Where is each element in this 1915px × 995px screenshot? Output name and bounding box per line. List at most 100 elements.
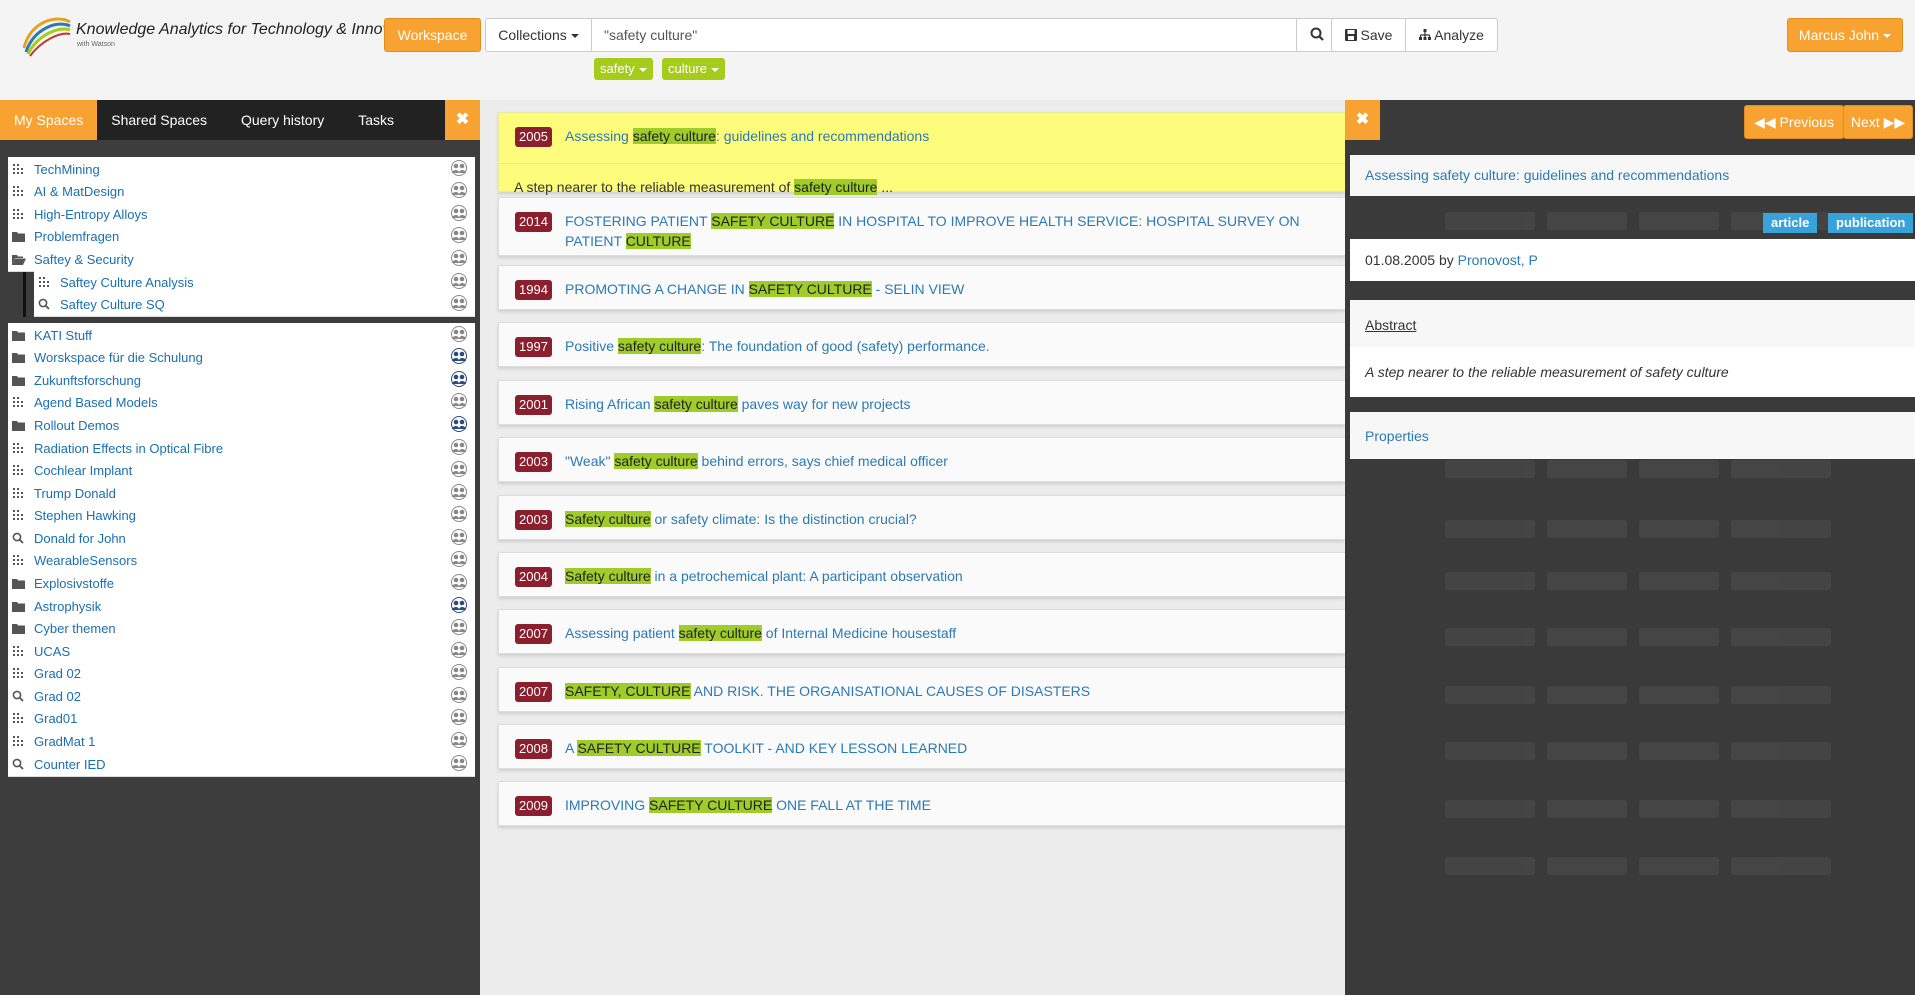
workspace-button[interactable]: Workspace (384, 18, 481, 52)
result-title[interactable]: "Weak" safety culture behind errors, say… (565, 451, 1345, 471)
shared-users-icon[interactable] (450, 686, 470, 706)
tab-tasks[interactable]: Tasks (338, 100, 408, 140)
space-item[interactable]: Worskspace für die Schulung (8, 345, 475, 370)
shared-users-icon[interactable] (450, 754, 470, 774)
background-metric-pill (1639, 628, 1719, 646)
detail-title[interactable]: Assessing safety culture: guidelines and… (1365, 167, 1729, 183)
result-title[interactable]: Safety culture in a petrochemical plant:… (565, 566, 1345, 586)
space-item[interactable]: WearableSensors (8, 548, 475, 573)
shared-users-icon[interactable] (450, 663, 470, 683)
result-card[interactable]: 1994 PROMOTING A CHANGE IN SAFETY CULTURE… (498, 265, 1345, 310)
shared-users-icon[interactable] (450, 226, 470, 246)
shared-users-icon[interactable] (450, 708, 470, 728)
shared-users-icon[interactable] (450, 438, 470, 458)
result-title[interactable]: Safety culture or safety climate: Is the… (565, 509, 1345, 529)
shared-users-icon[interactable] (450, 641, 470, 661)
space-item-label: Radiation Effects in Optical Fibre (34, 440, 224, 456)
shared-users-icon[interactable] (450, 573, 470, 593)
space-item[interactable]: Cochlear Implant (8, 458, 475, 483)
result-card[interactable]: 2001 Rising African safety culture paves … (498, 380, 1345, 425)
background-metric-pill (1731, 460, 1831, 478)
tab-shared-spaces[interactable]: Shared Spaces (97, 100, 221, 140)
shared-users-icon[interactable] (450, 370, 470, 390)
result-card[interactable]: 2005 Assessing safety culture: guidelines… (498, 112, 1345, 195)
author-link[interactable]: Pronovost, P (1458, 252, 1538, 268)
result-title[interactable]: A SAFETY CULTURE TOOLKIT - AND KEY LESSO… (565, 738, 1345, 758)
shared-users-icon[interactable] (450, 347, 470, 367)
previous-button[interactable]: ◀◀ Previous (1744, 105, 1844, 139)
result-title[interactable]: Positive safety culture: The foundation … (565, 336, 1345, 356)
space-item[interactable]: Problemfragen (8, 224, 475, 249)
result-card[interactable]: 1997 Positive safety culture: The foundat… (498, 322, 1345, 367)
result-card[interactable]: 2007 SAFETY, CULTURE AND RISK. THE ORGANI… (498, 667, 1345, 712)
result-card[interactable]: 2007 Assessing patient safety culture of … (498, 609, 1345, 654)
shared-users-icon[interactable] (450, 272, 470, 292)
result-title[interactable]: FOSTERING PATIENT SAFETY CULTURE IN HOSP… (565, 211, 1345, 251)
next-button[interactable]: Next ▶▶ (1843, 105, 1913, 139)
result-card[interactable]: 2004 Safety culture in a petrochemical pl… (498, 552, 1345, 597)
space-item-label: Astrophysik (34, 598, 102, 614)
space-item[interactable]: Explosivstoffe (8, 571, 475, 596)
result-title[interactable]: Assessing safety culture: guidelines and… (565, 126, 1345, 146)
shared-users-icon[interactable] (450, 505, 470, 525)
space-item-label: Saftey Culture SQ (60, 296, 165, 312)
space-item[interactable]: Stephen Hawking (8, 503, 475, 528)
shared-users-icon[interactable] (450, 294, 470, 314)
abstract-header[interactable]: Abstract (1350, 300, 1915, 347)
shared-users-icon[interactable] (450, 159, 470, 179)
tab-query-history[interactable]: Query history (221, 100, 338, 140)
space-item[interactable]: Counter IED (8, 752, 475, 777)
result-card[interactable]: 2014 FOSTERING PATIENT SAFETY CULTURE IN … (498, 197, 1345, 256)
space-item[interactable]: AI & MatDesign (8, 179, 475, 204)
folder-icon (12, 578, 34, 589)
properties-header[interactable]: Properties (1350, 412, 1915, 459)
query-chip-culture[interactable]: culture (662, 58, 726, 80)
close-panel-button[interactable]: ✖ (445, 100, 480, 140)
year-badge: 2005 (515, 127, 552, 147)
shared-users-icon[interactable] (450, 618, 470, 638)
result-card[interactable]: 2008 A SAFETY CULTURE TOOLKIT - AND KEY L… (498, 724, 1345, 769)
shared-users-icon[interactable] (450, 249, 470, 269)
shared-users-icon[interactable] (450, 550, 470, 570)
result-title[interactable]: IMPROVING SAFETY CULTURE ONE FALL AT THE… (565, 795, 1345, 815)
shared-users-icon[interactable] (450, 596, 470, 616)
tab-my-spaces[interactable]: My Spaces (0, 100, 98, 140)
search-input[interactable] (591, 18, 1297, 52)
result-card[interactable]: 2003 Safety culture or safety climate: Is… (498, 495, 1345, 540)
space-item[interactable]: Saftey Culture SQ (34, 292, 475, 317)
space-item[interactable]: Saftey & Security (8, 247, 475, 272)
shared-users-icon[interactable] (450, 731, 470, 751)
shared-users-icon[interactable] (450, 460, 470, 480)
title-text: "Weak" (565, 453, 615, 469)
result-title[interactable]: SAFETY, CULTURE AND RISK. THE ORGANISATI… (565, 681, 1345, 701)
close-detail-button[interactable]: ✖ (1345, 100, 1380, 140)
space-item[interactable]: Rollout Demos (8, 413, 475, 438)
collections-dropdown[interactable]: Collections (485, 18, 591, 52)
space-item[interactable]: Grad 02 (8, 661, 475, 686)
result-title[interactable]: Assessing patient safety culture of Inte… (565, 623, 1345, 643)
shared-users-icon[interactable] (450, 325, 470, 345)
space-item[interactable]: GradMat 1 (8, 729, 475, 754)
result-card[interactable]: 2009 IMPROVING SAFETY CULTURE ONE FALL AT… (498, 781, 1345, 826)
space-item[interactable]: Cyber themen (8, 616, 475, 641)
shared-users-icon[interactable] (450, 181, 470, 201)
analyze-button[interactable]: Analyze (1405, 18, 1498, 52)
shared-users-icon[interactable] (450, 483, 470, 503)
result-card[interactable]: 2003 "Weak" safety culture behind errors,… (498, 437, 1345, 482)
shared-users-icon[interactable] (450, 528, 470, 548)
result-title[interactable]: PROMOTING A CHANGE IN SAFETY CULTURE - S… (565, 279, 1345, 299)
save-button[interactable]: Save (1331, 18, 1406, 52)
result-title[interactable]: Rising African safety culture paves way … (565, 394, 1345, 414)
space-item[interactable]: Grad01 (8, 706, 475, 731)
abstract-label[interactable]: Abstract (1365, 317, 1416, 333)
shared-users-icon[interactable] (450, 415, 470, 435)
user-menu-button[interactable]: Marcus John (1787, 18, 1903, 52)
shared-users-icon[interactable] (450, 204, 470, 224)
query-chip-safety[interactable]: safety (594, 58, 653, 80)
shared-users-icon[interactable] (450, 392, 470, 412)
space-item-label: Stephen Hawking (34, 507, 136, 523)
collections-label: Collections (498, 27, 567, 43)
space-item[interactable]: Agend Based Models (8, 390, 475, 415)
properties-label[interactable]: Properties (1365, 428, 1429, 444)
background-metric-pill (1639, 212, 1719, 230)
